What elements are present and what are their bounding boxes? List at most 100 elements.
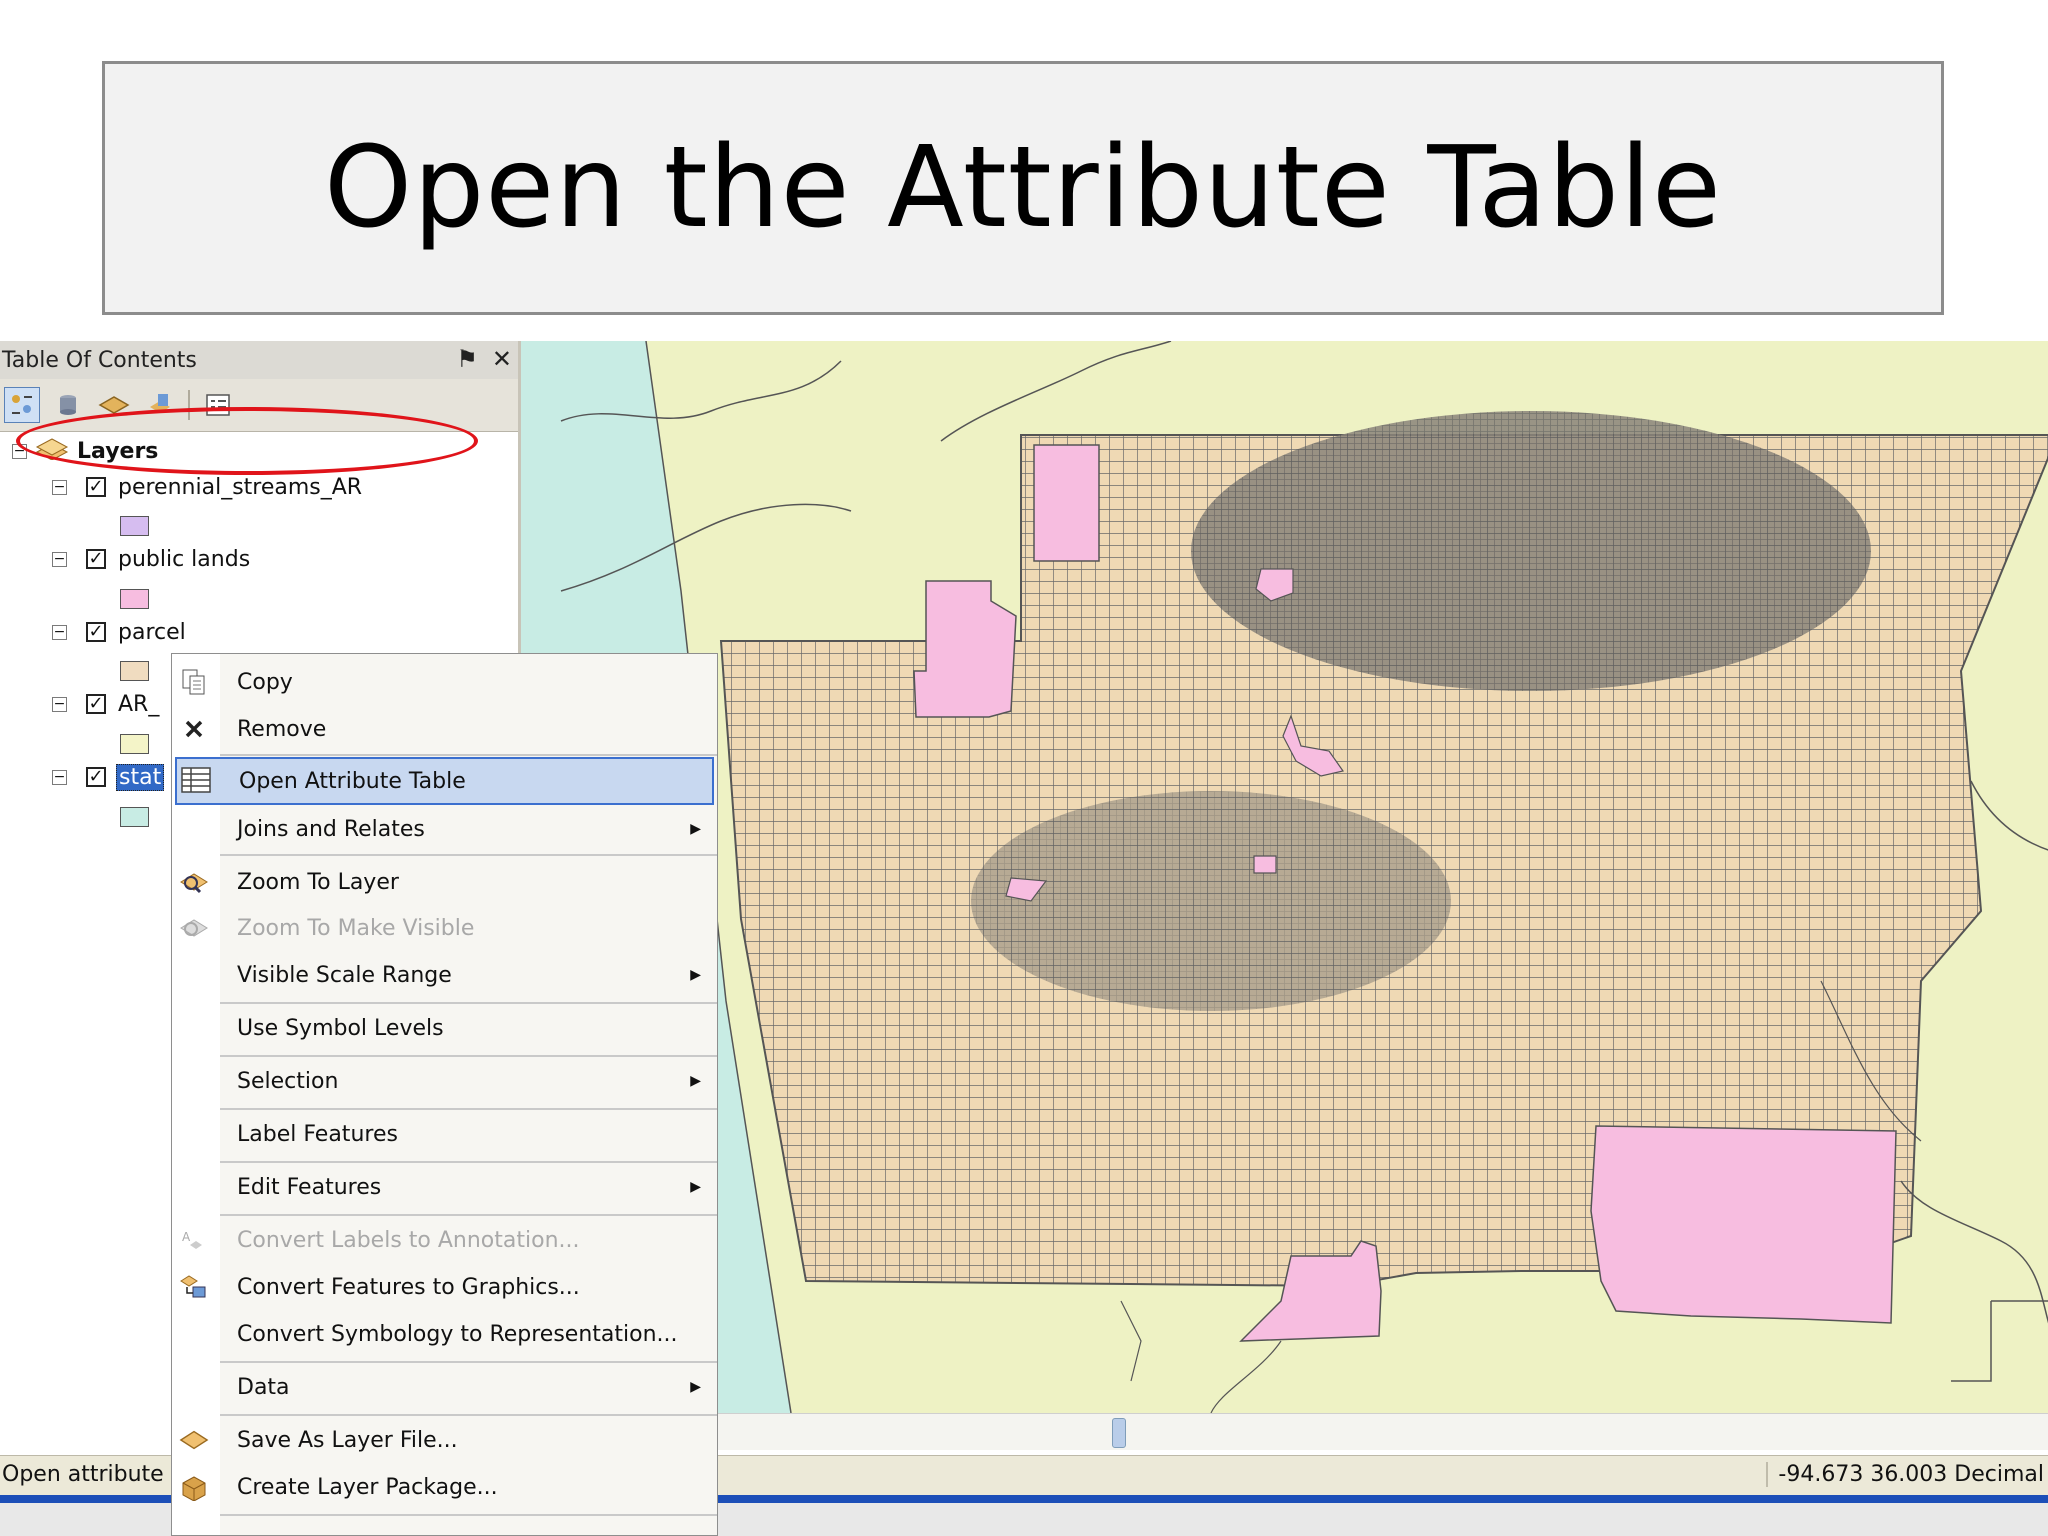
menu-item-label: Edit Features bbox=[237, 1174, 382, 1200]
menu-separator bbox=[220, 754, 717, 756]
menu-item-joins-and-relates[interactable]: Joins and Relates ▶ bbox=[172, 808, 717, 850]
layer-symbol-swatch[interactable] bbox=[120, 516, 149, 536]
layer-symbol-swatch[interactable] bbox=[120, 589, 149, 609]
menu-item-label: Visible Scale Range bbox=[237, 962, 452, 988]
convert-graphics-icon bbox=[179, 1272, 209, 1302]
toc-title: Table Of Contents bbox=[2, 347, 197, 373]
menu-separator bbox=[220, 1002, 717, 1004]
menu-separator bbox=[220, 1361, 717, 1363]
menu-item-selection[interactable]: Selection ▶ bbox=[172, 1060, 717, 1102]
stream-line bbox=[1900, 1180, 2048, 1324]
list-by-drawing-order-icon[interactable] bbox=[4, 387, 40, 423]
collapse-icon[interactable]: − bbox=[52, 696, 67, 712]
map-view[interactable] bbox=[518, 341, 2048, 1413]
menu-item-edit-features[interactable]: Edit Features ▶ bbox=[172, 1166, 717, 1208]
menu-item-convert-symbology[interactable]: Convert Symbology to Representation... bbox=[172, 1313, 717, 1355]
submenu-arrow-icon: ▶ bbox=[690, 1073, 701, 1089]
menu-item-convert-labels[interactable]: A Convert Labels to Annotation... bbox=[172, 1219, 717, 1261]
layer-visibility-checkbox[interactable]: ✓ bbox=[86, 694, 106, 714]
submenu-arrow-icon: ▶ bbox=[690, 1179, 701, 1195]
stream-line bbox=[940, 341, 1172, 442]
submenu-arrow-icon: ▶ bbox=[690, 821, 701, 837]
remove-icon bbox=[179, 714, 209, 744]
menu-item-zoom-to-make-visible[interactable]: Zoom To Make Visible bbox=[172, 907, 717, 949]
boundary-line bbox=[1951, 1300, 2048, 1382]
public-land bbox=[1253, 855, 1277, 874]
menu-item-save-as-layer-file[interactable]: Save As Layer File... bbox=[172, 1419, 717, 1461]
dense-parcels-north bbox=[1191, 411, 1871, 691]
layer-symbol-swatch[interactable] bbox=[120, 734, 149, 754]
menu-separator bbox=[220, 854, 717, 856]
toc-header: Table Of Contents ⚑ ✕ bbox=[0, 341, 518, 379]
collapse-icon[interactable]: − bbox=[52, 769, 67, 785]
dense-parcels-center bbox=[971, 791, 1451, 1011]
menu-item-label: Joins and Relates bbox=[237, 816, 425, 842]
close-icon[interactable]: ✕ bbox=[492, 345, 512, 373]
slide-title-box: Open the Attribute Table bbox=[102, 61, 1944, 315]
menu-item-label: Zoom To Layer bbox=[237, 869, 399, 895]
coordinate-readout: -94.673 36.003 Decimal bbox=[1766, 1462, 2044, 1487]
menu-item-convert-features-to-graphics[interactable]: Convert Features to Graphics... bbox=[172, 1266, 717, 1308]
layer-label-selected: stat bbox=[116, 763, 165, 791]
zoom-visible-icon bbox=[179, 913, 209, 943]
menu-item-label: Open Attribute Table bbox=[239, 768, 466, 794]
map-canvas bbox=[521, 341, 2048, 1413]
layer-row-ar[interactable]: − ✓ AR_ bbox=[52, 687, 159, 721]
layer-label: AR_ bbox=[118, 691, 160, 717]
map-horizontal-scrollbar[interactable] bbox=[518, 1413, 2048, 1450]
menu-item-open-attribute-table[interactable]: Open Attribute Table bbox=[175, 757, 714, 805]
menu-separator bbox=[220, 1214, 717, 1216]
collapse-icon[interactable]: − bbox=[52, 479, 67, 495]
menu-item-label: Copy bbox=[237, 669, 293, 695]
layer-label: perennial_streams_AR bbox=[118, 474, 363, 500]
menu-item-label: Data bbox=[237, 1374, 290, 1400]
menu-item-label: Save As Layer File... bbox=[237, 1427, 458, 1453]
public-land bbox=[1033, 444, 1100, 562]
layer-label: public lands bbox=[118, 546, 251, 572]
menu-separator bbox=[220, 1055, 717, 1057]
collapse-icon[interactable]: − bbox=[52, 551, 67, 567]
layer-row-perennial-streams[interactable]: − ✓ perennial_streams_AR bbox=[52, 470, 362, 504]
scrollbar-thumb[interactable] bbox=[1112, 1418, 1126, 1448]
layer-symbol-swatch[interactable] bbox=[120, 807, 149, 827]
layer-context-menu: Copy Remove Open Attribute Table Joins a… bbox=[171, 653, 718, 1536]
menu-item-visible-scale-range[interactable]: Visible Scale Range ▶ bbox=[172, 954, 717, 996]
public-land bbox=[1590, 1125, 1897, 1324]
zoom-layer-icon bbox=[179, 867, 209, 897]
menu-item-copy[interactable]: Copy bbox=[172, 661, 717, 703]
menu-item-use-symbol-levels[interactable]: Use Symbol Levels bbox=[172, 1007, 717, 1049]
pin-icon[interactable]: ⚑ bbox=[456, 345, 478, 373]
table-icon bbox=[181, 765, 211, 795]
menu-item-label: Convert Symbology to Representation... bbox=[237, 1321, 678, 1347]
menu-separator bbox=[220, 1514, 717, 1516]
collapse-icon[interactable]: − bbox=[52, 624, 67, 640]
layer-row-states[interactable]: − ✓ stat bbox=[52, 760, 165, 794]
annotation-ellipse bbox=[16, 407, 478, 475]
layer-symbol-swatch[interactable] bbox=[120, 661, 149, 681]
menu-item-zoom-to-layer[interactable]: Zoom To Layer bbox=[172, 861, 717, 903]
layer-row-parcel[interactable]: − ✓ parcel bbox=[52, 615, 186, 649]
menu-separator bbox=[220, 1108, 717, 1110]
menu-item-data[interactable]: Data ▶ bbox=[172, 1366, 717, 1408]
svg-text:A: A bbox=[182, 1230, 191, 1244]
submenu-arrow-icon: ▶ bbox=[690, 967, 701, 983]
layer-visibility-checkbox[interactable]: ✓ bbox=[86, 622, 106, 642]
layer-visibility-checkbox[interactable]: ✓ bbox=[86, 477, 106, 497]
layer-file-icon bbox=[179, 1425, 209, 1455]
layer-visibility-checkbox[interactable]: ✓ bbox=[86, 767, 106, 787]
menu-separator bbox=[220, 1161, 717, 1163]
layer-visibility-checkbox[interactable]: ✓ bbox=[86, 549, 106, 569]
stream-line bbox=[1120, 1300, 1282, 1413]
menu-item-label: Label Features bbox=[237, 1121, 398, 1147]
menu-item-label: Remove bbox=[237, 716, 327, 742]
menu-item-remove[interactable]: Remove bbox=[172, 708, 717, 750]
menu-item-label: Convert Labels to Annotation... bbox=[237, 1227, 580, 1253]
menu-item-label: Create Layer Package... bbox=[237, 1474, 498, 1500]
status-message: Open attribute ta bbox=[2, 1462, 193, 1487]
copy-icon bbox=[179, 667, 209, 697]
layer-row-public-lands[interactable]: − ✓ public lands bbox=[52, 542, 250, 576]
menu-item-label-features[interactable]: Label Features bbox=[172, 1113, 717, 1155]
submenu-arrow-icon: ▶ bbox=[690, 1379, 701, 1395]
menu-item-create-layer-package[interactable]: Create Layer Package... bbox=[172, 1466, 717, 1508]
public-land bbox=[913, 580, 1017, 718]
